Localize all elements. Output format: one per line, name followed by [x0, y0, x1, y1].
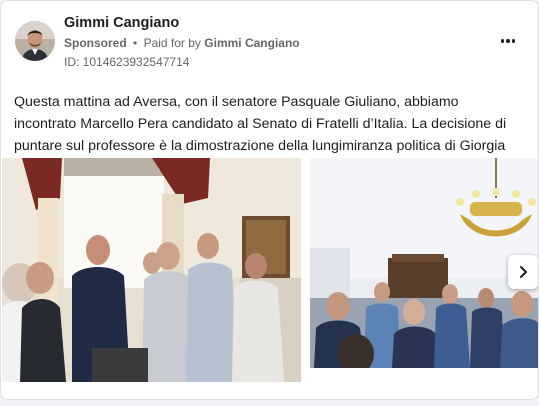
chevron-right-icon — [520, 266, 527, 278]
paid-for-prefix: Paid for by — [143, 36, 201, 50]
more-options-dot — [506, 39, 510, 43]
more-options-dot — [511, 39, 516, 43]
photo-1-image — [2, 158, 301, 382]
post-photo-2[interactable] — [310, 158, 538, 368]
carousel-next-button[interactable] — [508, 255, 538, 289]
sponsored-label: Sponsored — [64, 36, 127, 50]
author-avatar[interactable] — [15, 21, 55, 61]
ad-card: Gimmi Cangiano Sponsored • Paid for by G… — [0, 0, 539, 400]
post-photo-1[interactable] — [2, 158, 301, 382]
photo-2-image — [310, 158, 538, 368]
sponsored-line: Sponsored • Paid for by Gimmi Cangiano — [64, 36, 300, 50]
paid-for-by-name[interactable]: Gimmi Cangiano — [204, 36, 299, 50]
avatar-image — [15, 21, 55, 61]
ad-id: ID: 1014623932547714 — [64, 55, 190, 69]
more-options-icon — [500, 39, 505, 43]
more-options-button[interactable] — [497, 31, 519, 51]
meta-separator: • — [133, 36, 138, 50]
author-name[interactable]: Gimmi Cangiano — [64, 15, 179, 31]
